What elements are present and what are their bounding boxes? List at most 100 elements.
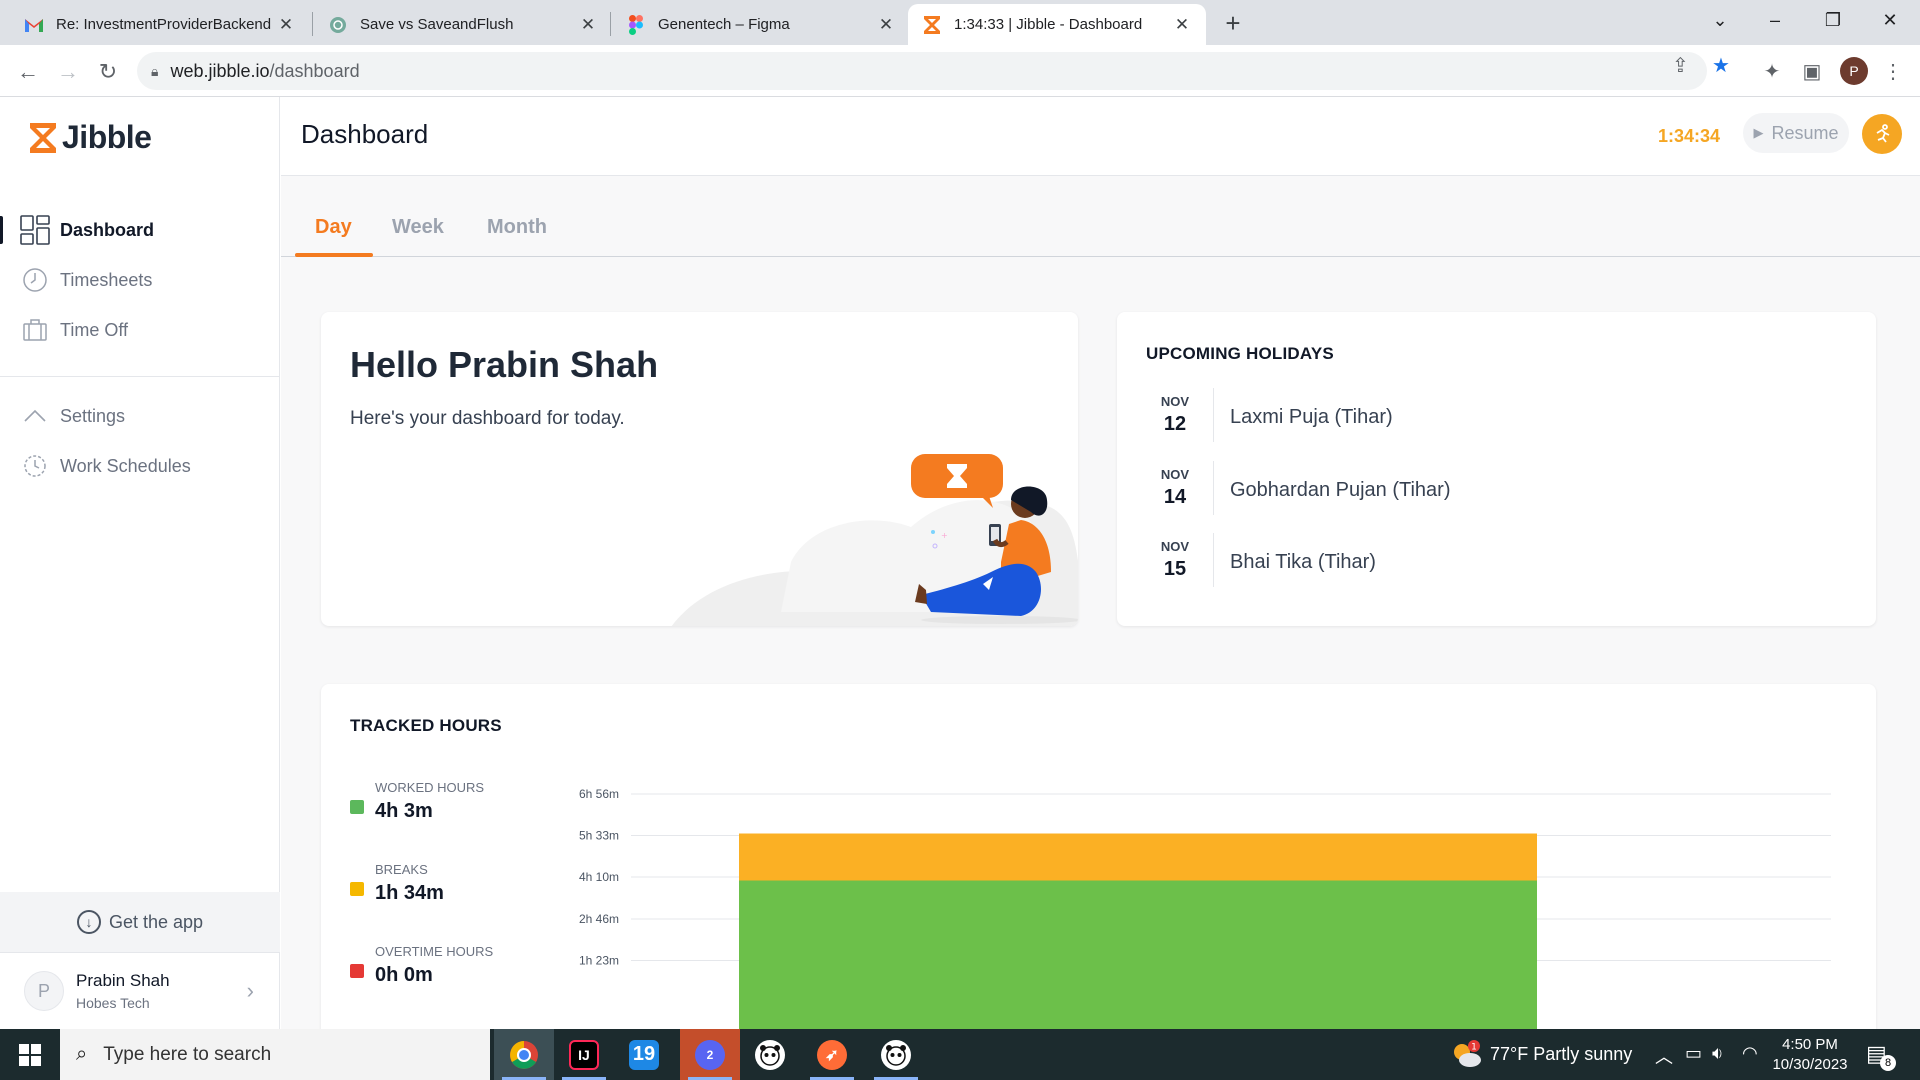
holiday-item: NOV 14 Gobhardan Pujan (Tihar) xyxy=(1146,461,1846,521)
user-profile-menu[interactable]: P Prabin Shah Hobes Tech › xyxy=(0,952,280,1029)
holiday-day: 12 xyxy=(1163,413,1187,435)
share-icon[interactable]: ⇪ xyxy=(1672,53,1689,78)
profile-avatar[interactable]: P xyxy=(1840,57,1868,85)
windows-taskbar: ⌕ Type here to search IJ 19 2 ➶ 1 77°F P… xyxy=(0,1029,1920,1080)
partly-sunny-icon: 1 xyxy=(1450,1039,1481,1070)
sidebar-item-timesheets[interactable]: Timesheets xyxy=(0,258,280,302)
search-icon: ⌕ xyxy=(76,1043,88,1065)
postman-icon: ➶ xyxy=(817,1039,847,1070)
close-icon[interactable]: ✕ xyxy=(1172,15,1192,35)
browser-tab-strip: Re: InvestmentProviderBackend ✕ Save vs … xyxy=(0,0,1920,45)
bar-breaks[interactable] xyxy=(739,833,1537,881)
bar-worked-hours[interactable] xyxy=(739,880,1537,1030)
kebab-menu-icon[interactable]: ⋮ xyxy=(1877,55,1909,87)
running-timer: 1:34:34 xyxy=(1658,126,1721,146)
address-bar[interactable]: 🔒︎ web.jibble.io/dashboard xyxy=(137,52,1707,90)
chevron-up-icon[interactable]: ︿ xyxy=(1655,1043,1673,1069)
notification-center-icon[interactable]: ▤ 8 xyxy=(1866,1041,1896,1071)
weather-badge: 1 xyxy=(1471,1042,1477,1052)
taskbar-search-input[interactable]: ⌕ Type here to search xyxy=(60,1029,490,1080)
taskbar-postman[interactable]: ➶ xyxy=(802,1029,862,1080)
greeting-subtitle: Here's your dashboard for today. xyxy=(350,408,625,429)
side-panel-icon[interactable]: ▣ xyxy=(1796,55,1828,87)
browser-toolbar: ← → ↻ 🔒︎ web.jibble.io/dashboard ⇪ ★ ✦ ▣… xyxy=(0,45,1920,97)
close-icon[interactable]: ✕ xyxy=(876,15,896,35)
extensions-puzzle-icon[interactable]: ✦ xyxy=(1756,55,1788,87)
jibble-logo[interactable]: Jibble xyxy=(28,119,152,156)
taskbar-panda-app-2[interactable] xyxy=(866,1029,926,1080)
holiday-month: NOV xyxy=(1160,539,1190,554)
wifi-icon[interactable]: ◠ xyxy=(1742,1043,1758,1064)
clock-date: 10/30/2023 xyxy=(1772,1056,1848,1073)
sidebar-item-work-schedules[interactable]: Work Schedules xyxy=(0,444,280,488)
download-icon: ↓ xyxy=(76,910,101,934)
running-person-icon xyxy=(1876,124,1890,143)
schedule-icon xyxy=(20,451,50,481)
window-close-icon[interactable]: ✕ xyxy=(1862,0,1918,40)
tab-search-chevron-down-icon[interactable]: ⌄ xyxy=(1692,0,1748,40)
browser-tab-gmail[interactable]: Re: InvestmentProviderBackend ✕ xyxy=(10,4,310,45)
back-arrow-icon[interactable]: ← xyxy=(12,56,44,88)
tab-month[interactable]: Month xyxy=(487,216,547,239)
holiday-item: NOV 15 Bhai Tika (Tihar) xyxy=(1146,533,1846,593)
svg-text:+: + xyxy=(941,531,948,540)
sidebar-item-label: Work Schedules xyxy=(60,455,191,476)
lock-icon: 🔒︎ xyxy=(151,62,159,79)
chevron-right-icon: › xyxy=(246,978,254,1003)
resume-label: Resume xyxy=(1771,122,1839,143)
user-name: Prabin Shah xyxy=(76,971,170,990)
brand-name: Jibble xyxy=(62,119,152,155)
gmail-icon xyxy=(24,15,44,35)
close-icon[interactable]: ✕ xyxy=(276,15,296,35)
jibble-logo-mark-icon xyxy=(28,121,58,155)
active-tab-indicator xyxy=(295,253,373,257)
windows-start-icon[interactable] xyxy=(0,1029,60,1080)
taskbar-discord[interactable]: 2 xyxy=(680,1029,740,1080)
resume-button[interactable]: ▶ Resume xyxy=(1743,113,1849,153)
figma-icon xyxy=(626,14,646,35)
sidebar-item-dashboard[interactable]: Dashboard xyxy=(0,208,280,252)
clock-in-out-button[interactable] xyxy=(1862,114,1902,154)
taskbar-intellij[interactable]: IJ xyxy=(554,1029,614,1080)
dashboard-icon xyxy=(20,215,50,245)
tab-title: Genentech – Figma xyxy=(658,16,790,33)
new-tab-plus-icon[interactable]: + xyxy=(1218,8,1248,38)
tab-title: Re: InvestmentProviderBackend xyxy=(56,16,272,33)
close-icon[interactable]: ✕ xyxy=(578,15,598,35)
page-title: Dashboard xyxy=(301,119,429,149)
sidebar-item-label: Time Off xyxy=(60,319,129,340)
taskbar-clock[interactable]: 4:50 PM 10/30/2023 xyxy=(1770,1035,1850,1075)
weather-widget[interactable]: 1 77°F Partly sunny xyxy=(1450,1029,1632,1080)
y-tick-label: 6h 56m xyxy=(579,787,619,801)
taskbar-panda-app[interactable] xyxy=(740,1029,800,1080)
discord-icon: 2 xyxy=(695,1039,725,1070)
intellij-icon: IJ xyxy=(569,1039,599,1070)
restore-icon[interactable]: ❐ xyxy=(1805,0,1861,40)
browser-tab-figma[interactable]: Genentech – Figma ✕ xyxy=(612,4,910,45)
user-organization: Hobes Tech xyxy=(76,995,150,1011)
bookmark-star-icon[interactable]: ★ xyxy=(1712,53,1730,78)
play-icon: ▶ xyxy=(1753,125,1764,140)
forward-arrow-icon[interactable]: → xyxy=(52,56,84,88)
sidebar-item-settings[interactable]: Settings xyxy=(0,394,280,438)
chrome-icon xyxy=(509,1040,539,1070)
holiday-day: 14 xyxy=(1163,486,1187,508)
battery-icon[interactable]: ▭ xyxy=(1685,1043,1702,1064)
url-host: web.jibble.io xyxy=(170,60,270,81)
tab-title: 1:34:33 | Jibble - Dashboard xyxy=(954,16,1143,33)
taskbar-calendar[interactable]: 19 xyxy=(614,1029,674,1080)
sidebar-item-time-off[interactable]: Time Off xyxy=(0,308,280,352)
speaker-icon[interactable]: 🔉︎ xyxy=(1712,1043,1723,1064)
clock-icon xyxy=(20,265,50,295)
minimize-icon[interactable]: – xyxy=(1747,0,1803,40)
tracked-hours-chart: 6h 56m 5h 33m 4h 10m 2h 46m 1h 23m xyxy=(579,787,1831,1030)
holiday-item: NOV 12 Laxmi Puja (Tihar) xyxy=(1146,388,1846,448)
browser-tab-jibble[interactable]: 1:34:33 | Jibble - Dashboard ✕ xyxy=(908,4,1206,45)
y-tick-label: 4h 10m xyxy=(579,870,619,884)
tab-week[interactable]: Week xyxy=(392,216,444,239)
browser-tab-chatgpt[interactable]: Save vs SaveandFlush ✕ xyxy=(314,4,612,45)
tab-day[interactable]: Day xyxy=(315,216,352,239)
get-the-app-button[interactable]: ↓ Get the app xyxy=(0,892,280,952)
taskbar-chrome[interactable] xyxy=(494,1029,554,1080)
reload-icon[interactable]: ↻ xyxy=(92,56,124,88)
